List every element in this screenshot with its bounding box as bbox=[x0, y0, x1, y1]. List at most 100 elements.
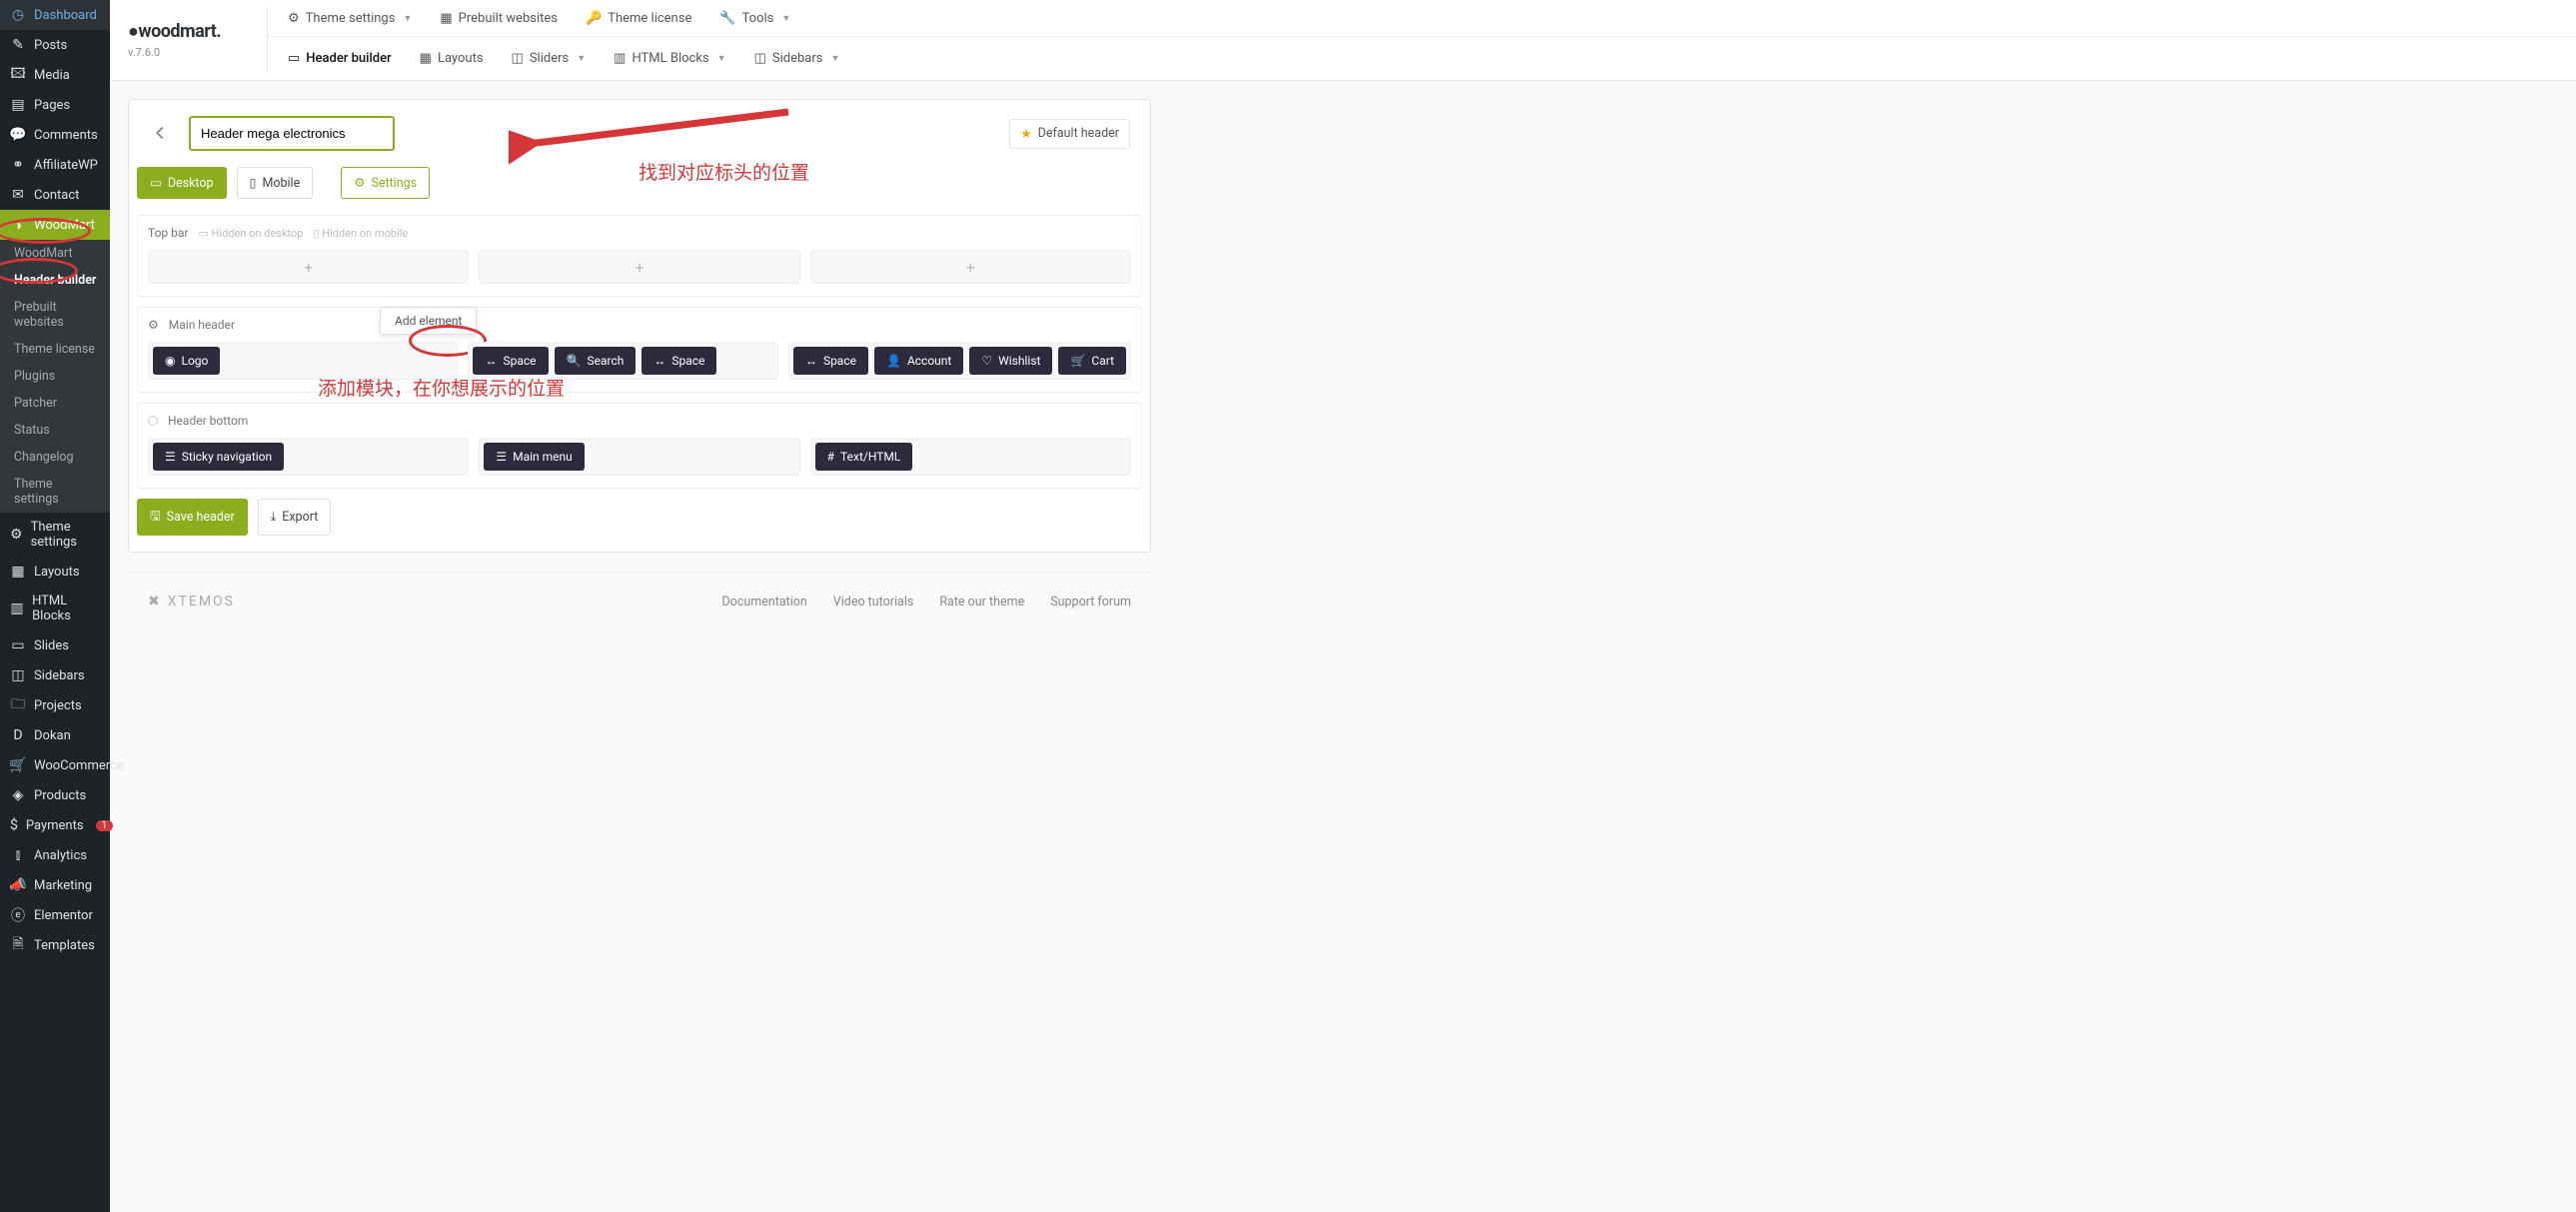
sidebar-item-templates[interactable]: 🗎Templates bbox=[0, 930, 110, 960]
footer-link-support-forum[interactable]: Support forum bbox=[1050, 595, 1131, 609]
chevron-down-icon: ▼ bbox=[830, 53, 839, 64]
nav-html-blocks[interactable]: ▥HTML Blocks▼ bbox=[614, 51, 725, 66]
element-icon: ↔ bbox=[653, 354, 665, 368]
sidebar-item-layouts[interactable]: ▦Layouts bbox=[0, 557, 110, 587]
nav-theme-license[interactable]: 🔑Theme license bbox=[586, 11, 691, 26]
element-label: Logo bbox=[181, 354, 208, 368]
sidebar-sub-status[interactable]: Status bbox=[0, 417, 110, 444]
element-cart[interactable]: 🛒Cart bbox=[1058, 347, 1126, 375]
topbar-col-3[interactable]: + bbox=[810, 250, 1131, 284]
sidebar-label: Theme settings bbox=[31, 520, 100, 550]
sidebar-label: Dashboard bbox=[34, 8, 97, 23]
menu-icon: ▥ bbox=[10, 601, 24, 616]
sidebar-sub-woodmart[interactable]: WoodMart bbox=[0, 240, 110, 267]
element-main-menu[interactable]: ☰Main menu bbox=[484, 443, 584, 471]
nav-icon: ▥ bbox=[614, 51, 626, 66]
main-col-3[interactable]: ↔Space👤Account ♡ Wishlist 🛒Cart bbox=[788, 342, 1131, 380]
element-icon: ♡ bbox=[981, 354, 992, 368]
action-row: 🖫 Save header ⤓ Export bbox=[129, 499, 1150, 536]
sidebar-item-contact[interactable]: ✉Contact bbox=[0, 180, 110, 210]
panel-header: ★ Default header 找到对应标头的位置 bbox=[129, 100, 1150, 167]
element-logo[interactable]: ◉Logo bbox=[153, 347, 220, 375]
chevron-down-icon: ▼ bbox=[781, 13, 790, 24]
element-space[interactable]: ↔Space bbox=[642, 347, 716, 375]
nav-sliders[interactable]: ◫Sliders▼ bbox=[512, 51, 587, 66]
footer-link-rate-our-theme[interactable]: Rate our theme bbox=[939, 595, 1024, 609]
add-element-tooltip: Add element bbox=[380, 307, 477, 335]
sidebar-label: HTML Blocks bbox=[32, 594, 100, 623]
bottom-col-1[interactable]: ☰Sticky navigation bbox=[148, 438, 469, 476]
export-button[interactable]: ⤓ Export bbox=[258, 499, 332, 536]
element-sticky-navigation[interactable]: ☰Sticky navigation bbox=[153, 443, 284, 471]
footer: ✖ XTEMOS Documentation Video tutorials Rat… bbox=[128, 573, 1151, 629]
element-account[interactable]: 👤Account bbox=[874, 347, 963, 375]
nav-header-builder[interactable]: ▭Header builder bbox=[288, 51, 392, 66]
nav-layouts[interactable]: ▦Layouts bbox=[420, 51, 484, 66]
sidebar-sub-plugins[interactable]: Plugins bbox=[0, 363, 110, 390]
sidebar-item-affiliatewp[interactable]: ⚭AffiliateWP bbox=[0, 150, 110, 180]
admin-sidebar: ◷Dashboard✎Posts🖾Media▤Pages💬Comments⚭Af… bbox=[0, 0, 110, 1212]
sidebar-sub-patcher[interactable]: Patcher bbox=[0, 390, 110, 417]
sidebar-item-comments[interactable]: 💬Comments bbox=[0, 120, 110, 150]
sidebar-sub-theme-license[interactable]: Theme license bbox=[0, 336, 110, 363]
sidebar-item-theme-settings[interactable]: ⚙Theme settings bbox=[0, 513, 110, 557]
header-title-input[interactable] bbox=[189, 116, 395, 151]
main-col-1[interactable]: Add element ◉Logo bbox=[148, 342, 458, 380]
sidebar-sub-header-builder[interactable]: Header builder bbox=[0, 267, 110, 294]
sidebar-sub-theme-settings[interactable]: Theme settings bbox=[0, 471, 110, 513]
menu-icon: 🛒 bbox=[10, 757, 26, 773]
sidebar-item-marketing[interactable]: 📣Marketing bbox=[0, 870, 110, 900]
element-wishlist[interactable]: ♡ Wishlist bbox=[969, 347, 1052, 375]
menu-icon: ⓔ bbox=[10, 907, 26, 923]
sidebar-item-slides[interactable]: ▭Slides bbox=[0, 630, 110, 660]
nav-sidebars[interactable]: ◫Sidebars▼ bbox=[754, 51, 840, 66]
default-header-badge[interactable]: ★ Default header bbox=[1009, 119, 1130, 149]
brand-logo: ●woodmart. bbox=[128, 21, 249, 42]
menu-icon: ◈ bbox=[10, 787, 26, 803]
sidebar-item-payments[interactable]: $Payments1 bbox=[0, 810, 110, 840]
chevron-down-icon: ▼ bbox=[717, 53, 726, 64]
sidebar-item-html-blocks[interactable]: ▥ HTML Blocks bbox=[0, 587, 110, 630]
element-text-html[interactable]: #Text/HTML bbox=[815, 443, 913, 471]
nav-theme-settings[interactable]: ⚙Theme settings▼ bbox=[288, 11, 412, 26]
footer-link-documentation[interactable]: Documentation bbox=[721, 595, 806, 609]
topbar-col-2[interactable]: + bbox=[479, 250, 799, 284]
sidebar-item-woocommerce[interactable]: 🛒WooCommerce bbox=[0, 750, 110, 780]
sidebar-item-dashboard[interactable]: ◷Dashboard bbox=[0, 0, 110, 30]
sidebar-item-elementor[interactable]: ⓔElementor bbox=[0, 900, 110, 930]
nav-label: Prebuilt websites bbox=[459, 11, 558, 26]
default-header-label: Default header bbox=[1038, 126, 1119, 141]
mobile-view-button[interactable]: ▯ Mobile bbox=[237, 167, 314, 199]
bottom-col-2[interactable]: ☰Main menu bbox=[479, 438, 799, 476]
sidebar-item-media[interactable]: 🖾Media bbox=[0, 60, 110, 90]
sidebar-sub-changelog[interactable]: Changelog bbox=[0, 444, 110, 471]
sidebar-item-woodmart[interactable]: ◑WoodMart bbox=[0, 210, 110, 240]
back-arrow-icon[interactable] bbox=[149, 122, 173, 146]
element-search[interactable]: 🔍Search bbox=[555, 347, 637, 375]
element-space[interactable]: ↔Space bbox=[793, 347, 868, 375]
sidebar-label: Media bbox=[34, 68, 70, 83]
sidebar-item-dokan[interactable]: DDokan bbox=[0, 720, 110, 750]
menu-icon: 💬 bbox=[10, 127, 26, 143]
plus-icon: + bbox=[635, 258, 644, 277]
element-space[interactable]: ↔Space bbox=[473, 347, 548, 375]
sidebar-item-products[interactable]: ◈Products bbox=[0, 780, 110, 810]
sidebar-item-posts[interactable]: ✎Posts bbox=[0, 30, 110, 60]
main-col-2[interactable]: ↔Space🔍Search↔Space bbox=[468, 342, 777, 380]
element-label: Wishlist bbox=[998, 354, 1040, 368]
save-header-button[interactable]: 🖫 Save header bbox=[137, 499, 248, 536]
sidebar-item-pages[interactable]: ▤Pages bbox=[0, 90, 110, 120]
sidebar-item-analytics[interactable]: ⫾Analytics bbox=[0, 840, 110, 870]
topbar-col-1[interactable]: + bbox=[148, 250, 469, 284]
nav-tools[interactable]: 🔧Tools▼ bbox=[719, 11, 790, 26]
bottom-col-3[interactable]: #Text/HTML bbox=[810, 438, 1131, 476]
sidebar-item-sidebars[interactable]: ◫Sidebars bbox=[0, 660, 110, 690]
footer-link-video-tutorials[interactable]: Video tutorials bbox=[833, 595, 914, 609]
footer-brand: ✖ XTEMOS bbox=[148, 594, 235, 609]
settings-button[interactable]: ⚙ Settings bbox=[341, 167, 430, 199]
desktop-view-button[interactable]: ▭ Desktop bbox=[137, 167, 227, 199]
sidebar-item-projects[interactable]: 🗀Projects bbox=[0, 690, 110, 720]
nav-prebuilt-websites[interactable]: ▦Prebuilt websites bbox=[440, 11, 558, 26]
sidebar-sub-prebuilt-websites[interactable]: Prebuilt websites bbox=[0, 294, 110, 336]
footer-links: Documentation Video tutorials Rate our the… bbox=[721, 595, 1131, 609]
